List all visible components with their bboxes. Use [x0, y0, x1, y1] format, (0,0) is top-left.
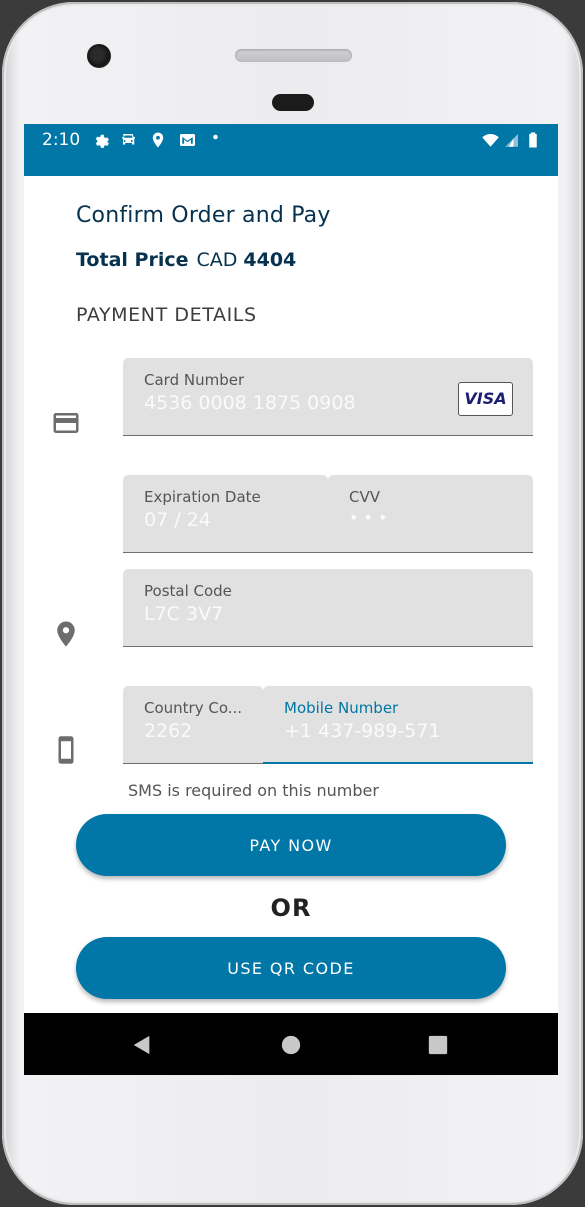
country-code-field[interactable]: Country Co... 2262: [123, 686, 263, 764]
front-camera: [87, 44, 111, 68]
visa-logo: VISA: [458, 382, 513, 416]
postal-code-field[interactable]: Postal Code L7C 3V7: [123, 569, 533, 647]
postal-code-input[interactable]: L7C 3V7: [144, 603, 223, 625]
expiration-date-input[interactable]: 07 / 24: [144, 509, 211, 531]
mobile-number-field[interactable]: Mobile Number +1 437-989-571: [263, 686, 533, 764]
credit-card-icon: [53, 413, 79, 433]
total-price-label: Total Price: [76, 249, 189, 271]
screen: 2:10 Confirm Order and Pay Total Price C…: [24, 124, 558, 1075]
expiration-date-field[interactable]: Expiration Date 07 / 24: [123, 475, 328, 553]
card-number-field[interactable]: Card Number 4536 0008 1875 0908 VISA: [123, 358, 533, 436]
checkout-content: Confirm Order and Pay Total Price CAD 4404…: [24, 176, 558, 1013]
postal-code-label: Postal Code: [144, 582, 232, 600]
location-pin-icon: [57, 621, 75, 647]
total-price-currency: CAD: [196, 249, 238, 271]
total-price-amount: 4404: [243, 249, 297, 271]
use-qr-code-button[interactable]: USE QR CODE: [76, 937, 506, 999]
cvv-field[interactable]: CVV • • •: [328, 475, 533, 553]
mobile-phone-icon: [58, 736, 74, 764]
sms-hint: SMS is required on this number: [128, 781, 379, 800]
page-title: Confirm Order and Pay: [76, 203, 331, 228]
back-icon[interactable]: [131, 1034, 153, 1056]
navigation-bar: [24, 1013, 558, 1075]
country-code-input[interactable]: 2262: [144, 720, 192, 742]
total-price: Total Price CAD 4404: [76, 249, 296, 271]
status-time: 2:10: [42, 130, 81, 150]
card-number-input[interactable]: 4536 0008 1875 0908: [144, 392, 356, 414]
card-number-label: Card Number: [144, 371, 245, 389]
cvv-input[interactable]: • • •: [349, 508, 387, 527]
battery-icon: [529, 132, 537, 148]
status-bar: 2:10: [24, 124, 558, 176]
cvv-label: CVV: [349, 488, 380, 506]
location-icon: [152, 132, 164, 148]
settings-icon: [95, 134, 109, 148]
country-code-label: Country Co...: [144, 699, 243, 717]
expiration-date-label: Expiration Date: [144, 488, 261, 506]
recents-icon[interactable]: [428, 1035, 448, 1055]
mobile-number-input[interactable]: +1 437-989-571: [284, 720, 441, 742]
or-divider: OR: [270, 894, 312, 922]
proximity-sensor: [272, 94, 314, 111]
pay-now-button[interactable]: PAY NOW: [76, 814, 506, 876]
wifi-icon: [482, 134, 499, 147]
payment-details-heading: PAYMENT DETAILS: [76, 304, 257, 326]
earpiece-speaker: [235, 49, 352, 62]
gmail-icon: [180, 134, 195, 146]
home-icon[interactable]: [281, 1035, 301, 1055]
dot-icon: [213, 134, 218, 140]
car-icon: [122, 134, 135, 145]
signal-icon: [505, 134, 518, 147]
mobile-number-label: Mobile Number: [284, 699, 399, 717]
